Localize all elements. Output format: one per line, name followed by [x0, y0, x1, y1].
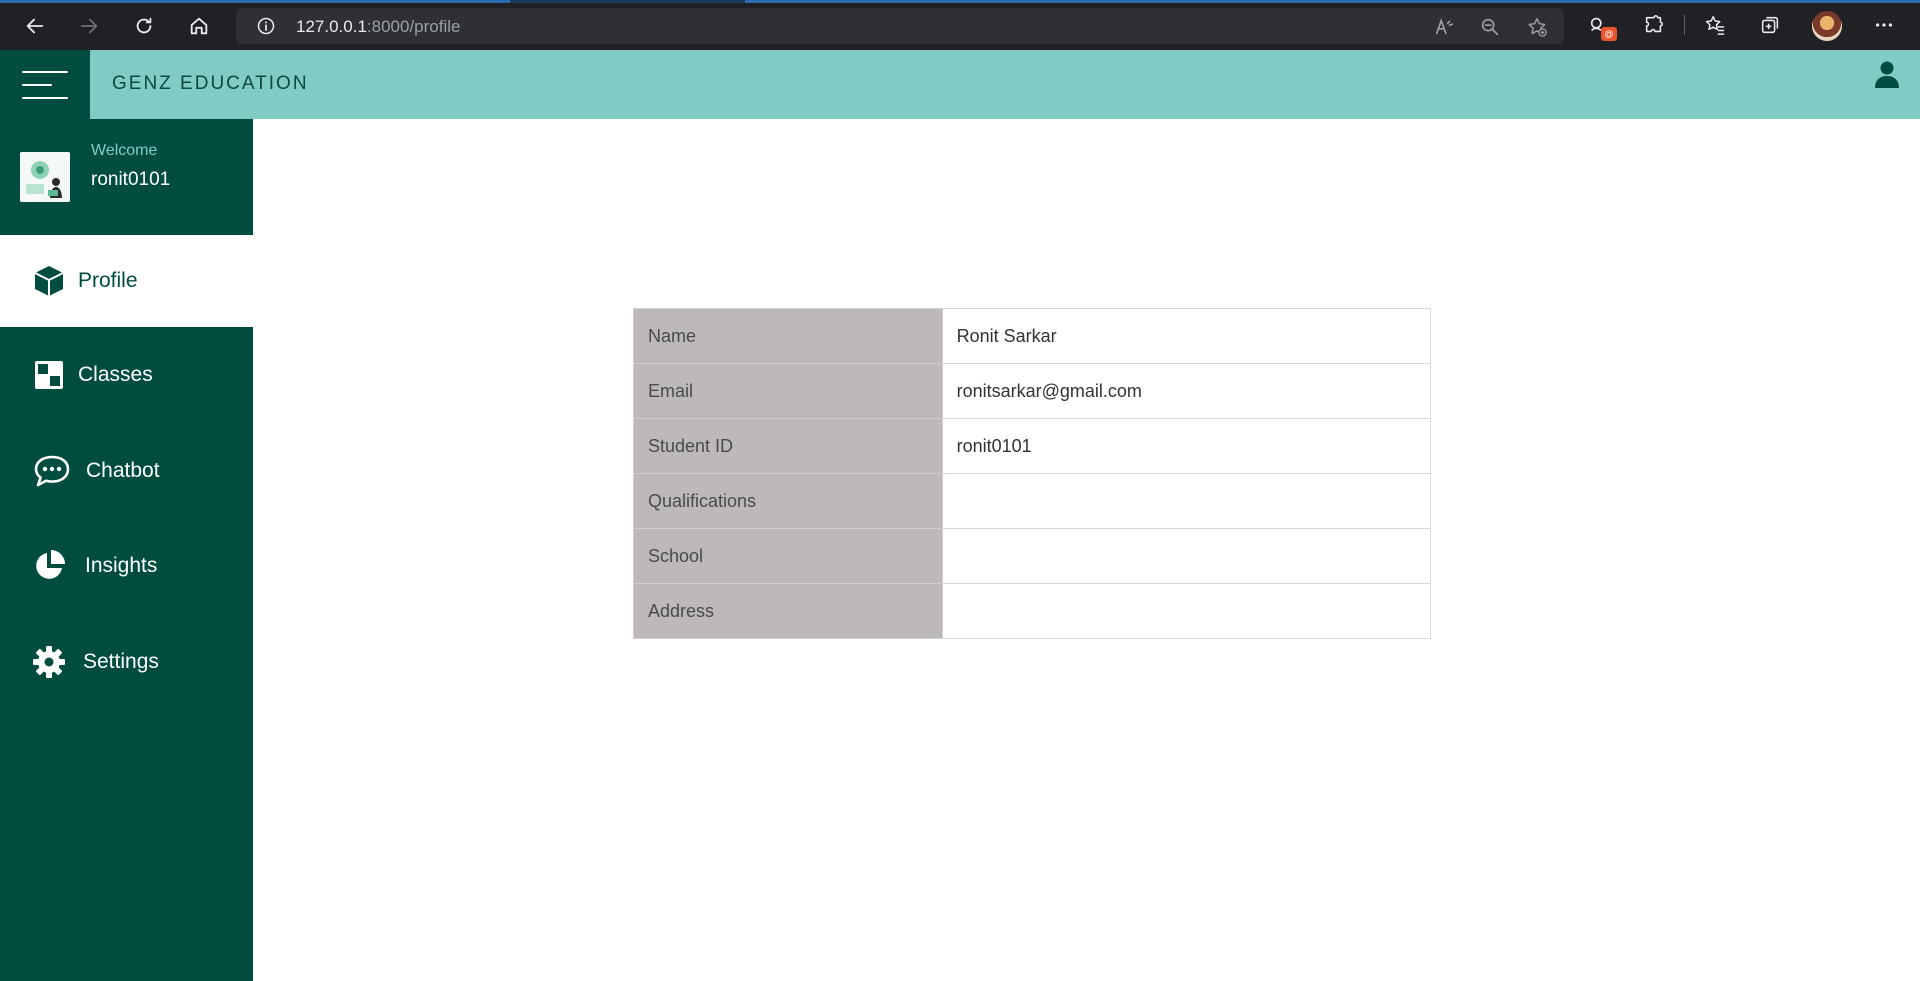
table-row: Qualifications [633, 473, 1432, 529]
favorites-button[interactable] [1702, 12, 1728, 38]
profile-value-name: Ronit Sarkar [941, 308, 1432, 364]
sidebar-item-insights[interactable]: Insights [0, 520, 253, 612]
profile-table: Name Ronit Sarkar Email ronitsarkar@gmai… [633, 308, 1432, 639]
profile-key-qualifications: Qualifications [633, 473, 943, 529]
settings-more-button[interactable] [1871, 12, 1897, 38]
tab-strip-line [0, 0, 1920, 3]
zoom-out-icon[interactable] [1479, 16, 1501, 38]
brand-title: GENZ EDUCATION [112, 73, 309, 94]
hamburger-icon [22, 70, 68, 99]
home-button[interactable] [182, 9, 216, 43]
sidebar-item-label: Chatbot [86, 459, 160, 482]
add-favorite-icon[interactable] [1526, 16, 1548, 38]
gear-icon [32, 645, 66, 679]
toolbar-divider [1684, 15, 1685, 35]
welcome-label: Welcome [91, 142, 158, 159]
profile-value-email: ronitsarkar@gmail.com [941, 363, 1432, 419]
user-account-icon[interactable] [1874, 60, 1900, 88]
browser-profile-avatar[interactable] [1812, 11, 1842, 41]
profile-key-school: School [633, 528, 943, 584]
pie-chart-icon [32, 549, 66, 583]
sidebar-item-label: Settings [83, 650, 159, 673]
profile-value-address [941, 583, 1432, 639]
profile-key-address: Address [633, 583, 943, 639]
profile-key-student-id: Student ID [633, 418, 943, 474]
sidebar-item-label: Classes [78, 363, 153, 386]
forward-button[interactable] [72, 9, 106, 43]
table-row: Name Ronit Sarkar [633, 308, 1432, 364]
arrow-left-icon [26, 18, 44, 34]
puzzle-icon [1645, 15, 1664, 33]
welcome-block: Welcome ronit0101 [0, 119, 253, 235]
profile-value-qualifications [941, 473, 1432, 529]
profile-value-student-id: ronit0101 [941, 418, 1432, 474]
table-row: Address [633, 583, 1432, 639]
info-icon[interactable] [256, 16, 276, 36]
profile-value-school [941, 528, 1432, 584]
favorites-icon [1705, 16, 1725, 35]
sidebar-item-classes[interactable]: Classes [0, 329, 253, 421]
sidebar-item-settings[interactable]: Settings [0, 616, 253, 708]
chat-icon [32, 454, 72, 488]
address-bar[interactable]: 127.0.0.1:8000/profile [236, 8, 1564, 44]
profile-key-name: Name [633, 308, 943, 364]
cube-icon [32, 264, 66, 298]
back-button[interactable] [18, 9, 52, 43]
sidebar-item-label: Insights [85, 554, 158, 577]
profile-key-email: Email [633, 363, 943, 419]
extensions-button[interactable] [1641, 12, 1667, 38]
table-row: Email ronitsarkar@gmail.com [633, 363, 1432, 419]
menu-toggle-button[interactable] [0, 50, 90, 119]
refresh-icon [136, 17, 152, 34]
sidebar-item-chatbot[interactable]: Chatbot [0, 425, 253, 517]
url-path: :8000/profile [366, 17, 461, 36]
user-avatar [20, 152, 70, 202]
more-horizontal-icon [1875, 23, 1893, 27]
collections-button[interactable] [1757, 12, 1783, 38]
table-row: School [633, 528, 1432, 584]
extension-badge: @ [1601, 27, 1617, 41]
sidebar: Welcome ronit0101 Profile Classes Chatbo… [0, 119, 253, 981]
refresh-button[interactable] [127, 9, 161, 43]
table-row: Student ID ronit0101 [633, 418, 1432, 474]
read-aloud-icon[interactable] [1433, 16, 1455, 38]
home-icon [190, 17, 208, 35]
sidebar-item-profile[interactable]: Profile [0, 235, 253, 327]
collections-icon [1761, 16, 1779, 34]
welcome-username: ronit0101 [91, 169, 171, 190]
arrow-right-icon [80, 18, 98, 34]
url-text[interactable]: 127.0.0.1:8000/profile [296, 17, 460, 37]
sidebar-item-label: Profile [78, 269, 138, 292]
url-host: 127.0.0.1 [296, 17, 367, 36]
browser-toolbar: 127.0.0.1:8000/profile @ [0, 0, 1920, 50]
classes-icon [32, 358, 66, 392]
